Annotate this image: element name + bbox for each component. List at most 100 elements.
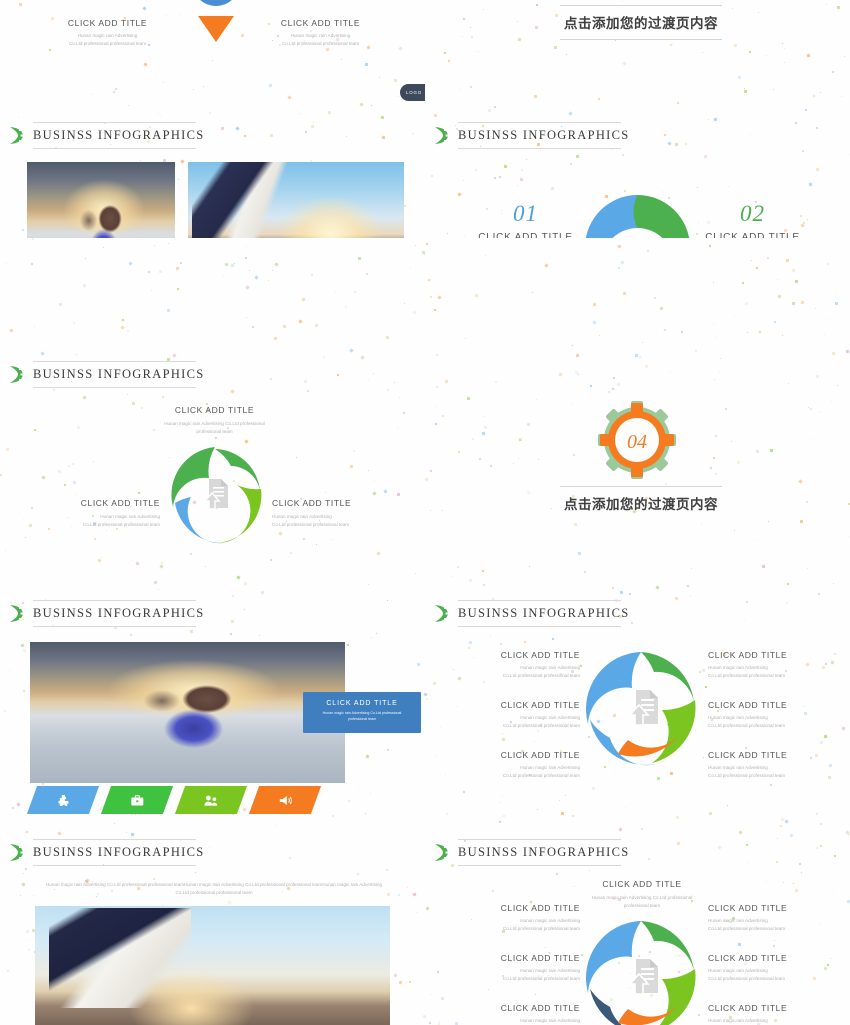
ribbon-row	[26, 786, 322, 814]
slide-transition-top[interactable]: 点击添加您的过渡页内容 LOGO	[425, 0, 850, 114]
slide-petal-diagram[interactable]: CLICK ADD TITLE Hunan magic rain Adverti…	[0, 0, 425, 114]
photo-child-on-sled	[30, 642, 345, 783]
body: Hunan magic rain Advertising Co.Ltd prof…	[502, 968, 580, 982]
photo-card-1[interactable]: CLICK ADD TITLE Hunan magic rain Adverti…	[27, 162, 175, 238]
ribbon-megaphone[interactable]	[248, 786, 322, 814]
title: CLICK ADD TITLE	[708, 750, 788, 760]
title: CLICK ADD TITLE	[500, 700, 580, 710]
slide5-left-title: CLICK ADD TITLE	[80, 498, 160, 508]
slide5-left-body: Hunan magic rain Advertising Co.Ltd prof…	[82, 514, 160, 528]
slide-five-arc-swirl[interactable]: BUSINSS INFOGRAPHICS CLICK ADD TITLE Hun…	[425, 831, 850, 1025]
body: Hunan magic rain Advertising Co.Ltd prof…	[502, 765, 580, 779]
slide1-left-title: CLICK ADD TITLE	[67, 18, 148, 28]
slide10-right-item-2: CLICK ADD TITLE Hunan magic rain Adverti…	[708, 953, 828, 983]
slide10-left-item-2: CLICK ADD TITLE Hunan magic rain Adverti…	[460, 953, 580, 983]
body: Hunan magic rain Advertising Co.Ltd prof…	[708, 918, 786, 932]
title: CLICK ADD TITLE	[708, 650, 788, 660]
slide-photo-ribbons[interactable]: BUSINSS INFOGRAPHICS CLICK ADD TITLE Hun…	[0, 592, 425, 831]
slide-gear-transition[interactable]: 04 点击添加您的过渡页内容 LOGO	[425, 353, 850, 592]
section-title-wrap: BUSINSS INFOGRAPHICS	[458, 122, 630, 149]
slide6-transition-block: 点击添加您的过渡页内容	[560, 486, 722, 520]
slide10-right-item-1: CLICK ADD TITLE Hunan magic rain Adverti…	[708, 903, 828, 933]
slide-two-step-circle[interactable]: BUSINSS INFOGRAPHICS 01 CLICK ADD TITLE …	[425, 114, 850, 238]
section-header: BUSINSS INFOGRAPHICS	[433, 122, 630, 149]
section-header: BUSINSS INFOGRAPHICS	[8, 600, 205, 627]
slide4-item-2: 02 CLICK ADD TITLE Hunan magic rain Adve…	[680, 202, 825, 238]
slide10-header: BUSINSS INFOGRAPHICS	[458, 845, 630, 859]
slide10-top-title: CLICK ADD TITLE	[602, 879, 682, 889]
photo-wide[interactable]	[30, 642, 345, 783]
slide10-left-item-3: CLICK ADD TITLE Hunan magic rain Adverti…	[460, 1003, 580, 1025]
slide1-right-title: CLICK ADD TITLE	[280, 18, 361, 28]
slide5-right-text: CLICK ADD TITLE Hunan magic rain Adverti…	[272, 498, 392, 529]
title: CLICK ADD TITLE	[500, 953, 580, 963]
slide4-item-1-title: CLICK ADD TITLE	[478, 232, 573, 238]
body: Hunan magic rain Advertising Co.Ltd prof…	[502, 918, 580, 932]
section-header: BUSINSS INFOGRAPHICS	[433, 600, 630, 627]
slide4-header: BUSINSS INFOGRAPHICS	[458, 128, 630, 142]
logo-badge: LOGO	[400, 84, 425, 101]
slide4-item-1: 01 CLICK ADD TITLE Hunan magic rain Adve…	[453, 202, 598, 238]
slide4-item-1-number: 01	[513, 201, 538, 226]
photo-wide-bottom[interactable]	[35, 906, 390, 1025]
slide8-header: BUSINSS INFOGRAPHICS	[458, 606, 630, 620]
slide8-left-item-3: CLICK ADD TITLE Hunan magic rain Adverti…	[460, 750, 580, 780]
logo-badge-label: LOGO	[406, 90, 422, 95]
slide10-left-item-1: CLICK ADD TITLE Hunan magic rain Adverti…	[460, 903, 580, 933]
slide-banner-photo[interactable]: BUSINSS INFOGRAPHICS Hunan magic rain Ad…	[0, 831, 425, 1025]
ribbon-briefcase[interactable]	[100, 786, 174, 814]
ribbon-users[interactable]	[174, 786, 248, 814]
slide-photo-cards[interactable]: BUSINSS INFOGRAPHICS CLICK ADD TITLE Hun…	[0, 114, 425, 238]
slide-thumbnail-grid: CLICK ADD TITLE Hunan magic rain Adverti…	[0, 0, 850, 1025]
photo-card-2[interactable]: CLICK ADD TITLE Hunan magic rain Adverti…	[188, 162, 404, 238]
rule-bottom	[560, 39, 722, 40]
body: Hunan magic rain Advertising Co.Ltd prof…	[502, 715, 580, 729]
slide10-right-item-3: CLICK ADD TITLE Hunan magic rain Adverti…	[708, 1003, 828, 1025]
slide4-item-2-number: 02	[740, 201, 765, 226]
slide3-header: BUSINSS INFOGRAPHICS	[33, 128, 205, 142]
slide5-right-body: Hunan magic rain Advertising Co.Ltd prof…	[272, 514, 350, 528]
slide8-left-item-2: CLICK ADD TITLE Hunan magic rain Adverti…	[460, 700, 580, 730]
gear-bracket-icon	[433, 126, 450, 145]
slide8-left-item-1: CLICK ADD TITLE Hunan magic rain Adverti…	[460, 650, 580, 680]
body: Hunan magic rain Advertising Co.Ltd prof…	[520, 1018, 580, 1023]
ribbon-puzzle[interactable]	[26, 786, 100, 814]
document-upload-icon	[628, 959, 658, 995]
slide5-left-text: CLICK ADD TITLE Hunan magic rain Adverti…	[40, 498, 160, 529]
slide5-top-title: CLICK ADD TITLE	[174, 405, 255, 415]
slide10-top-text: CLICK ADD TITLE Hunan magic rain Adverti…	[577, 879, 707, 910]
slide4-item-2-title: CLICK ADD TITLE	[705, 232, 800, 238]
slide7-caption-chip[interactable]: CLICK ADD TITLE Hunan magic rain Adverti…	[303, 692, 421, 733]
slide1-right-text: CLICK ADD TITLE Hunan magic rain Adverti…	[258, 18, 383, 48]
slide5-right-title: CLICK ADD TITLE	[272, 498, 352, 508]
slide7-header: BUSINSS INFOGRAPHICS	[33, 606, 205, 620]
photo-sailboat-sunset	[188, 162, 404, 238]
puzzle-icon	[58, 794, 69, 806]
users-icon	[204, 795, 218, 806]
slide-four-arc-swirl[interactable]: BUSINSS INFOGRAPHICS CLICK ADD TITLE Hun…	[425, 592, 850, 831]
section-header: BUSINSS INFOGRAPHICS	[8, 839, 205, 866]
slide2-headline: 点击添加您的过渡页内容	[564, 16, 718, 32]
body: Hunan magic rain Advertising Co.Ltd prof…	[502, 665, 580, 679]
slide5-header: BUSINSS INFOGRAPHICS	[33, 367, 205, 381]
section-title-wrap: BUSINSS INFOGRAPHICS	[458, 600, 630, 627]
slide1-right-body: Hunan magic rain Advertising Co.Ltd prof…	[281, 33, 360, 47]
section-title-wrap: BUSINSS INFOGRAPHICS	[33, 839, 205, 866]
gear-bracket-icon	[433, 604, 450, 623]
title: CLICK ADD TITLE	[500, 750, 580, 760]
slide8-right-item-3: CLICK ADD TITLE Hunan magic rain Adverti…	[708, 750, 828, 780]
megaphone-icon	[279, 795, 292, 805]
slide2-transition-block: 点击添加您的过渡页内容	[560, 5, 722, 40]
photo-child-on-sled	[27, 162, 175, 238]
slide8-right-item-2: CLICK ADD TITLE Hunan magic rain Adverti…	[708, 700, 828, 730]
body: Hunan magic rain Advertising Co.Ltd prof…	[708, 665, 786, 679]
section-title-wrap: BUSINSS INFOGRAPHICS	[33, 600, 205, 627]
gear-bracket-icon	[8, 126, 25, 145]
document-upload-icon	[628, 690, 658, 726]
title: CLICK ADD TITLE	[708, 953, 788, 963]
slide-three-arc-swirl[interactable]: BUSINSS INFOGRAPHICS CLICK ADD TITLE Hun…	[0, 353, 425, 592]
body: Hunan magic rain Advertising Co.Ltd prof…	[708, 715, 786, 729]
photo-sailboat-sunset	[35, 906, 390, 1025]
slide8-right-item-1: CLICK ADD TITLE Hunan magic rain Adverti…	[708, 650, 828, 680]
title: CLICK ADD TITLE	[500, 1003, 580, 1013]
